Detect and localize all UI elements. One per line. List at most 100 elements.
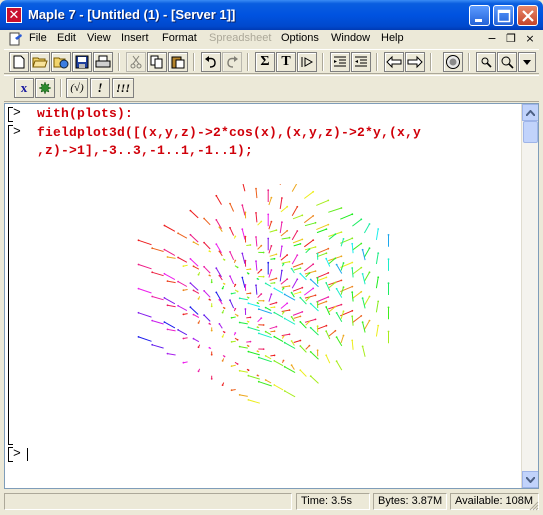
maple-app-icon[interactable]: ✕ [6, 7, 22, 23]
field-vector [299, 273, 307, 281]
field-vector-head [166, 352, 169, 355]
print-button[interactable] [93, 52, 113, 72]
check-syntax-button[interactable]: (√) [66, 78, 88, 98]
back-button[interactable] [384, 52, 404, 72]
math-input-button[interactable]: x [14, 78, 34, 98]
field-vector-head [223, 259, 226, 261]
field-vector [336, 312, 343, 323]
document-icon[interactable] [9, 32, 23, 46]
menu-window[interactable]: Window [331, 32, 370, 44]
field-vector-head [342, 286, 345, 289]
field-vector [193, 338, 200, 343]
minimize-button[interactable] [469, 5, 490, 26]
execute-button[interactable]: ! [90, 78, 110, 98]
scroll-up-button[interactable] [522, 104, 538, 121]
input-line-1[interactable]: with(plots): [37, 106, 133, 121]
field-vector-head [197, 322, 200, 324]
field-vector-head [290, 316, 293, 318]
menu-file[interactable]: File [29, 32, 47, 44]
field-vector-head [260, 317, 263, 319]
field-vector-head [192, 289, 195, 292]
new-document-button[interactable] [9, 52, 29, 72]
field-vector [299, 369, 307, 377]
field-vector [152, 247, 164, 252]
field-vector-head [256, 350, 259, 353]
field-vector [248, 326, 260, 332]
menu-view[interactable]: View [87, 32, 111, 44]
resize-grip-icon[interactable] [527, 499, 539, 511]
field-vector [340, 213, 353, 220]
doc-restore-icon[interactable]: ❐ [505, 33, 517, 45]
field-vector-head [197, 273, 200, 276]
field-vector-head [273, 384, 276, 386]
redo-button[interactable] [222, 52, 242, 72]
maximize-button[interactable] [493, 5, 514, 26]
execute-all-button[interactable]: !!! [112, 78, 134, 98]
input-line-3[interactable]: ,z)->1],-3..3,-1..1,-1..1); [37, 143, 253, 158]
doc-minimize-icon[interactable]: − [486, 33, 498, 45]
forward-button[interactable] [405, 52, 425, 72]
indent-button[interactable] [351, 52, 371, 72]
outdent-button[interactable] [330, 52, 350, 72]
stop-button[interactable] [443, 52, 463, 72]
scroll-thumb[interactable] [523, 121, 538, 143]
field-vector [164, 225, 176, 232]
paste-button[interactable] [168, 52, 188, 72]
field-vector [363, 320, 370, 330]
minimize-icon [475, 19, 482, 22]
field-vector-head [281, 269, 283, 272]
field-vector [281, 309, 290, 312]
field-vector [190, 210, 199, 219]
field-vector [291, 184, 298, 192]
field-vector-head [301, 286, 304, 289]
field-vector-head [210, 329, 213, 332]
field-vector-head [197, 346, 200, 349]
vertical-scrollbar[interactable] [521, 104, 538, 488]
text-button[interactable]: T [276, 52, 296, 72]
field-vector-head [223, 331, 226, 334]
menu-help[interactable]: Help [381, 32, 404, 44]
menu-options[interactable]: Options [281, 32, 319, 44]
menu-edit[interactable]: Edit [57, 32, 76, 44]
field-vector [351, 243, 354, 254]
cut-button[interactable] [126, 52, 146, 72]
toolbar-separator [247, 53, 249, 71]
copy-button[interactable] [147, 52, 167, 72]
doc-close-icon[interactable]: × [524, 33, 536, 45]
field-vector-head [325, 354, 328, 357]
field-vector [239, 297, 248, 301]
worksheet[interactable]: > with(plots): > fieldplot3d([(x,y,z)->2… [4, 103, 539, 489]
sigma-button[interactable]: Σ [255, 52, 275, 72]
field-vector-head [182, 289, 185, 292]
open-button[interactable] [30, 52, 50, 72]
input-line-2[interactable]: fieldplot3d([(x,y,z)->2*cos(x),(x,y,z)->… [37, 125, 421, 140]
field-vector-head [273, 335, 276, 338]
field-vector [229, 203, 235, 212]
insert-execution-group-button[interactable] [297, 52, 317, 72]
field-vector-head [166, 256, 169, 258]
maple-leaf-button[interactable] [35, 78, 55, 98]
field-vector-head [316, 252, 319, 255]
menu-insert[interactable]: Insert [121, 32, 149, 44]
save-button[interactable] [72, 52, 92, 72]
fieldplot3d-output[interactable] [135, 184, 405, 404]
field-vector-head [283, 317, 286, 320]
field-vector [328, 207, 342, 213]
field-vector-head [244, 259, 247, 262]
undo-icon [205, 56, 216, 68]
zoom-in-button[interactable] [476, 52, 496, 72]
field-vector-head [256, 326, 259, 328]
field-vector [229, 227, 235, 236]
undo-button[interactable] [201, 52, 221, 72]
field-vector-head [215, 243, 218, 245]
field-vector-head [177, 232, 179, 235]
zoom-dropdown-button[interactable] [518, 52, 536, 72]
field-vector [203, 290, 211, 298]
field-vector-head [301, 262, 304, 265]
menu-format[interactable]: Format [162, 32, 197, 44]
open-url-button[interactable] [51, 52, 71, 72]
zoom-out-button[interactable] [497, 52, 517, 72]
scroll-down-button[interactable] [522, 471, 538, 488]
close-button[interactable] [517, 5, 538, 26]
field-vector [255, 212, 258, 223]
